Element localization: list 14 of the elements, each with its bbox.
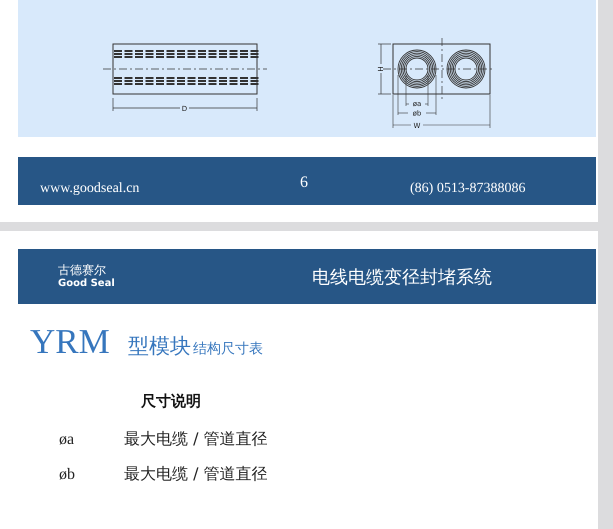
phone-number: (86) 0513-87388086: [410, 181, 526, 197]
header-title: 电线电缆变径封堵系统: [312, 266, 492, 288]
description-text: 最大电缆 / 管道直径: [124, 429, 268, 450]
section-title: 尺寸说明: [141, 392, 202, 411]
symbol-text: øb: [59, 466, 76, 484]
heading-subtitle: 结构尺寸表: [192, 340, 263, 358]
description-text: 最大电缆 / 管道直径: [124, 464, 268, 485]
logo-text: Good Seal: [58, 277, 116, 290]
website-text: www.goodseal.cn: [40, 181, 140, 197]
symbol-text: øa: [59, 431, 76, 449]
logo-text: 古德赛尔: [58, 263, 107, 277]
heading-text: 型模块: [128, 333, 191, 360]
model-name: YRM: [30, 322, 110, 362]
page-number: 6: [300, 174, 309, 192]
